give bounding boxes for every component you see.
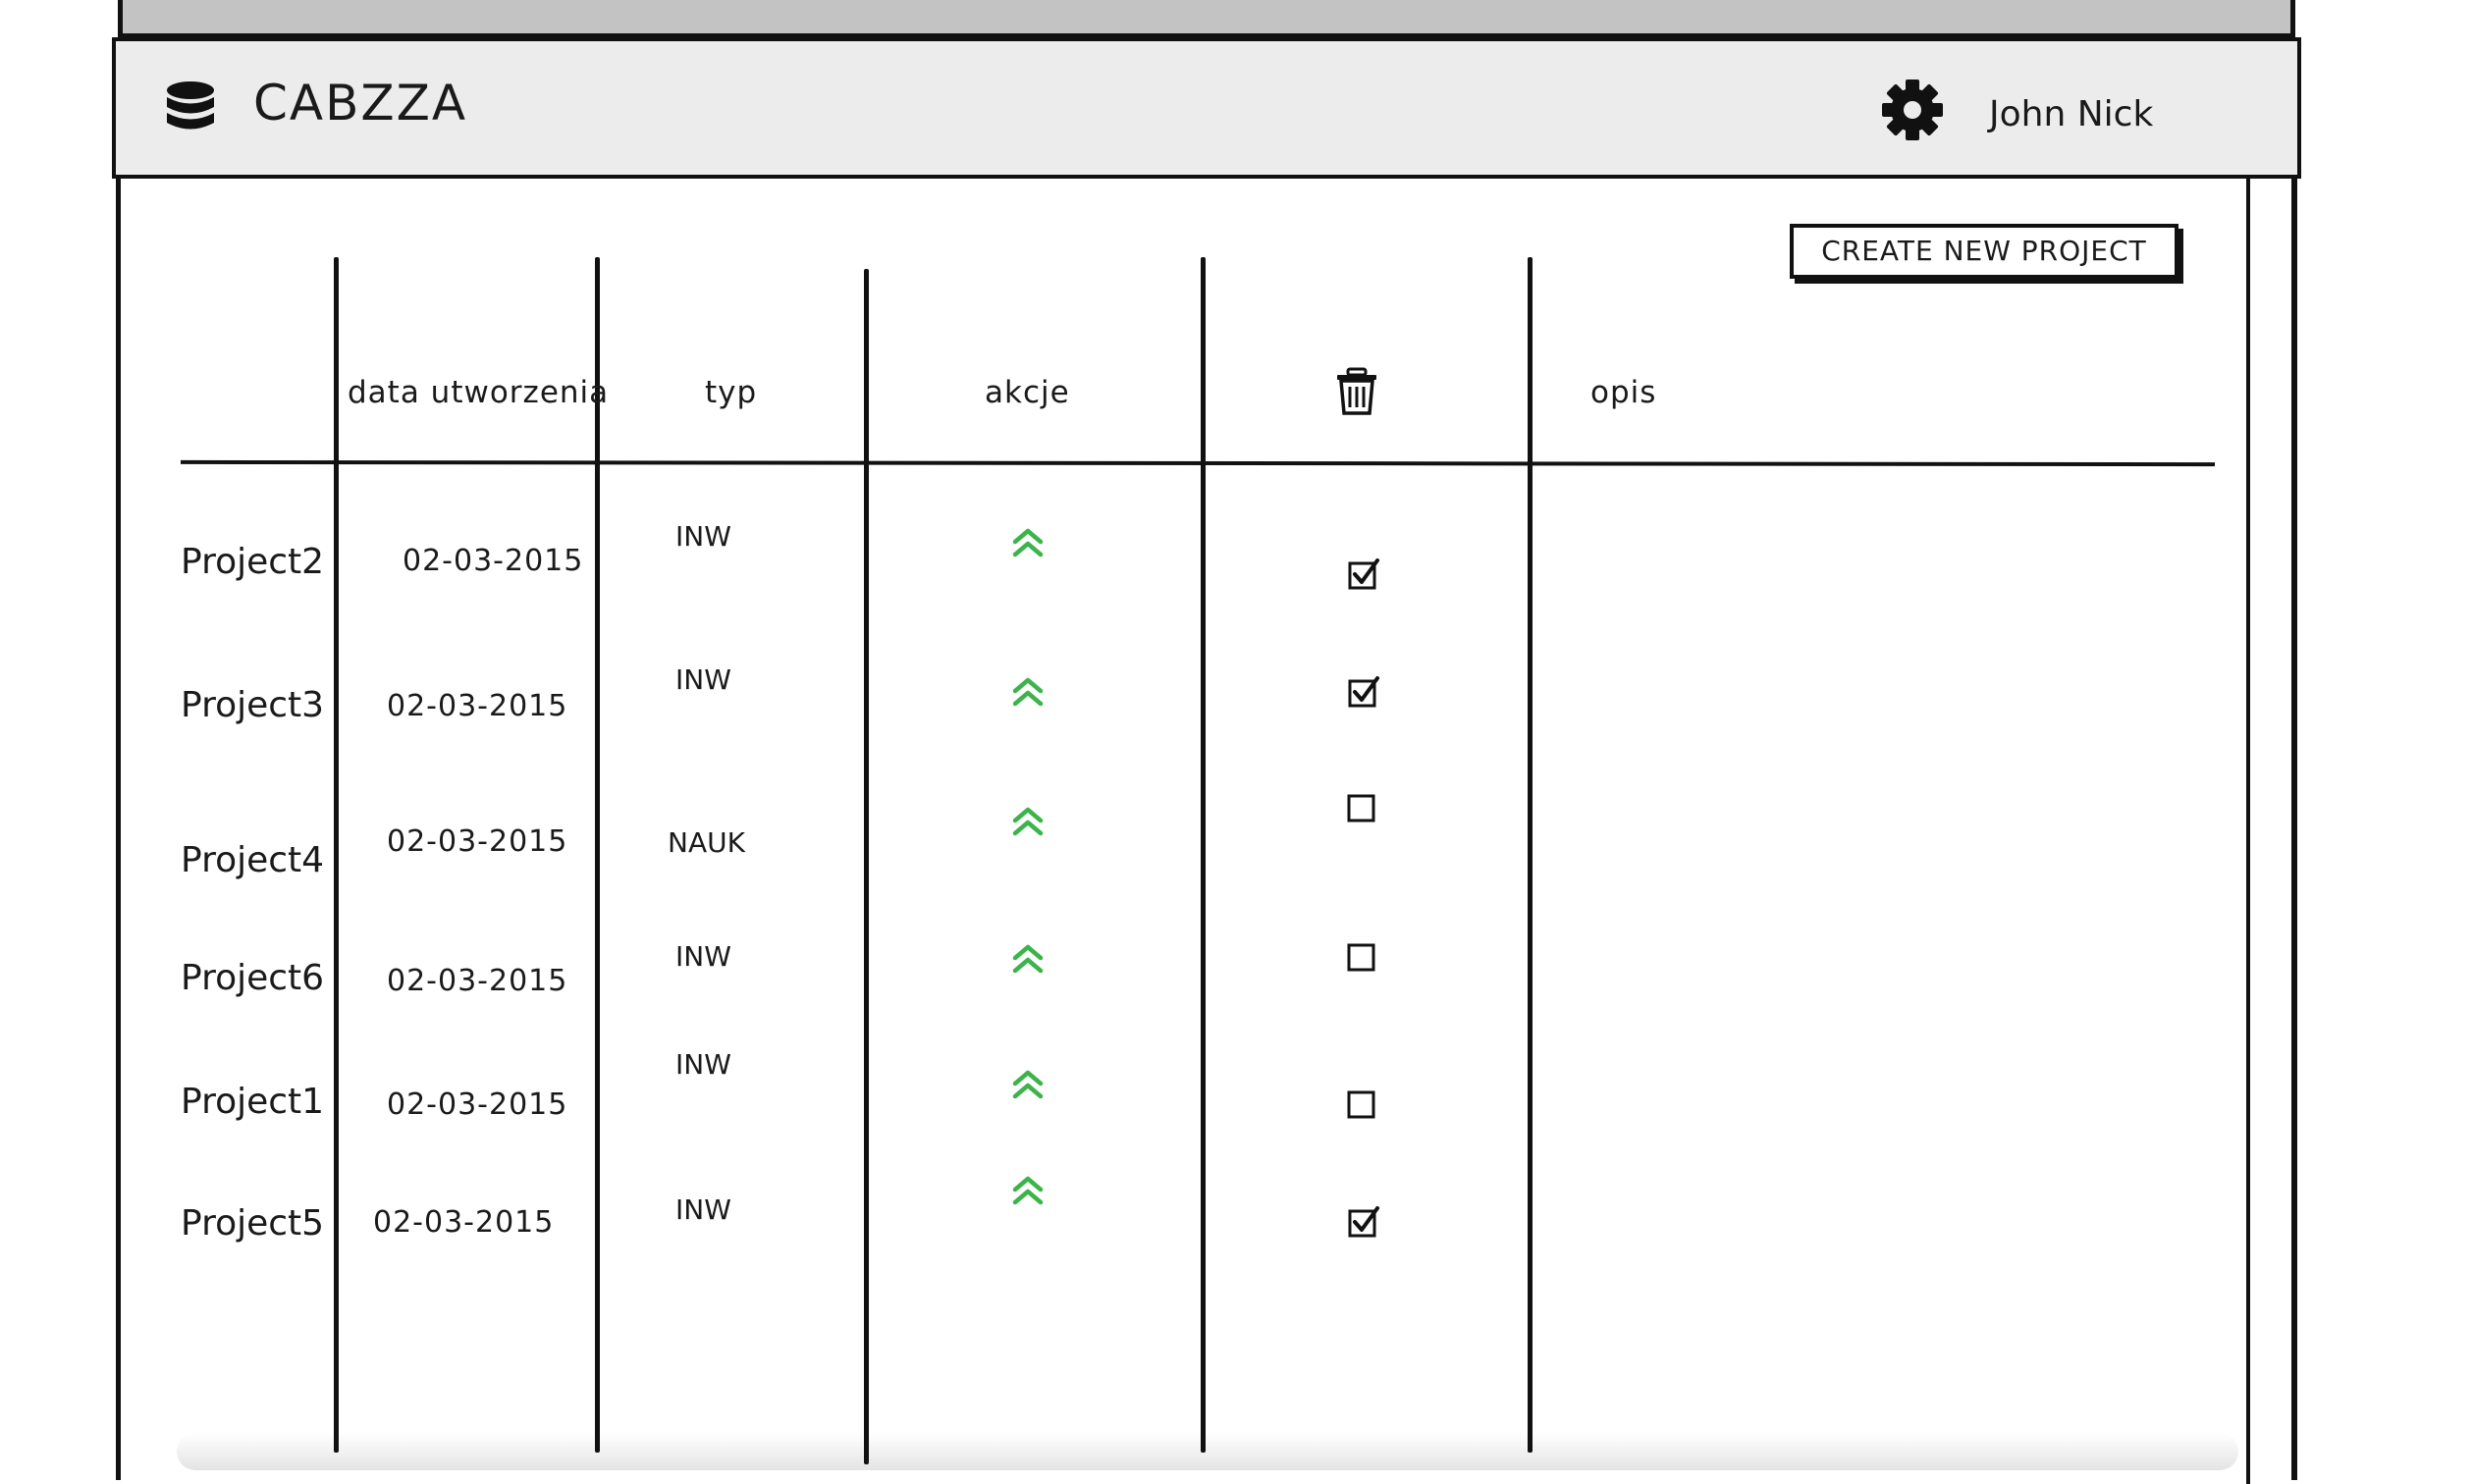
row-type: INW [675,1048,731,1081]
row-project-name[interactable]: Project4 [181,840,324,880]
row-date: 02-03-2015 [403,544,584,578]
user-name[interactable]: John Nick [1989,94,2153,134]
bottom-shadow [177,1433,2238,1470]
row-project-name[interactable]: Project2 [181,542,324,582]
row-date: 02-03-2015 [387,824,568,859]
delete-checkbox-unchecked[interactable] [1345,940,1378,974]
row-date: 02-03-2015 [387,964,568,998]
row-date: 02-03-2015 [373,1205,555,1240]
delete-checkbox-checked[interactable] [1347,1205,1380,1239]
app-title: CABZZA [253,75,468,132]
row-project-name[interactable]: Project1 [181,1082,324,1122]
column-divider [334,257,339,1453]
gear-icon[interactable] [1881,79,1944,141]
column-header-date: data utworzenia [348,375,610,410]
window-top-strip [118,0,2295,37]
row-project-name[interactable]: Project5 [181,1203,324,1244]
row-project-name[interactable]: Project6 [181,958,324,998]
column-header-type: typ [705,375,758,410]
double-chevron-up-icon[interactable] [1010,942,1046,976]
column-divider [864,269,869,1464]
double-chevron-up-icon[interactable] [1010,1068,1046,1101]
double-chevron-up-icon[interactable] [1010,675,1046,709]
delete-checkbox-checked[interactable] [1347,675,1380,709]
delete-checkbox-unchecked[interactable] [1345,1087,1378,1121]
row-type: INW [675,663,731,696]
row-type: INW [675,940,731,973]
column-divider [595,257,600,1453]
double-chevron-up-icon[interactable] [1010,805,1046,838]
trash-icon[interactable] [1335,367,1378,416]
delete-checkbox-unchecked[interactable] [1345,791,1378,824]
row-project-name[interactable]: Project3 [181,685,324,725]
column-header-actions: akcje [985,375,1070,410]
double-chevron-up-icon[interactable] [1010,526,1046,559]
row-date: 02-03-2015 [387,689,568,723]
row-type: INW [675,520,731,553]
row-type: NAUK [668,826,745,859]
row-type: INW [675,1193,731,1226]
database-icon [167,81,214,130]
column-divider [1201,257,1206,1453]
delete-checkbox-checked[interactable] [1347,557,1380,591]
double-chevron-up-icon[interactable] [1010,1174,1046,1207]
column-divider [1528,257,1533,1453]
column-header-description: opis [1590,375,1657,410]
row-date: 02-03-2015 [387,1087,568,1122]
create-new-project-button[interactable]: CREATE NEW PROJECT [1790,224,2178,279]
